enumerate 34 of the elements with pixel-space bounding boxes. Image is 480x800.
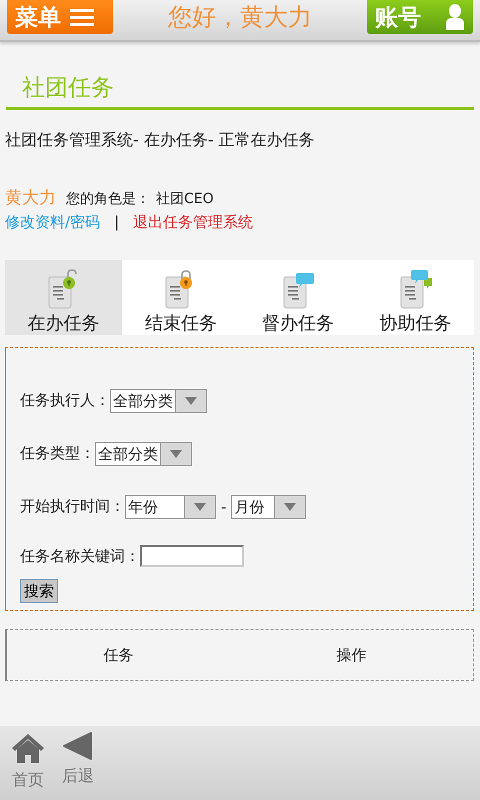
menu-icon — [69, 7, 95, 27]
dropdown-arrow-icon — [283, 502, 298, 512]
user-name: 黄大力 — [5, 187, 56, 209]
dropdown-arrow-icon — [184, 396, 198, 406]
dropdown-arrow-icon — [169, 448, 183, 458]
chats-document-icon — [398, 269, 433, 309]
field-label: 开始执行时间： — [20, 497, 125, 516]
dropdown-arrow-icon — [193, 502, 207, 512]
field-label: 任务执行人： — [20, 391, 110, 410]
input-field[interactable] — [140, 545, 244, 567]
greeting-text: 您好，黄大力 — [168, 2, 312, 32]
home-icon — [10, 732, 46, 764]
back-icon — [63, 732, 93, 760]
field-label: 任务类型： — [20, 444, 95, 463]
dropdown[interactable]: 全部分类 — [110, 388, 207, 412]
field-label: 任务名称关键词： — [20, 546, 140, 566]
range-separator: - — [221, 498, 226, 516]
logout-link[interactable]: 退出任务管理系统 — [133, 213, 254, 232]
role-label: 您的角色是： — [66, 190, 150, 208]
column-header: 任务 — [102, 646, 134, 664]
dropdown[interactable]: 全部分类 — [95, 442, 192, 466]
dropdown[interactable]: 年份 — [125, 494, 216, 518]
tab[interactable]: 督办任务 — [240, 260, 357, 335]
tab[interactable]: 协助任务 — [356, 260, 474, 335]
section-title: 社团任务 — [6, 72, 474, 110]
link-separator: | — [114, 213, 120, 232]
tab[interactable]: 在办任务 — [5, 260, 122, 335]
search-button[interactable]: 搜索 — [20, 579, 58, 603]
column-header: 操作 — [336, 646, 368, 664]
tab[interactable]: 结束任务 — [122, 260, 240, 335]
user-icon — [445, 4, 465, 30]
breadcrumb-text: 社团任务管理系统- 在办任务- 正常在办任务 — [4, 129, 316, 151]
role-value: 社团CEO — [156, 190, 214, 208]
dropdown[interactable]: 月份 — [231, 494, 306, 518]
